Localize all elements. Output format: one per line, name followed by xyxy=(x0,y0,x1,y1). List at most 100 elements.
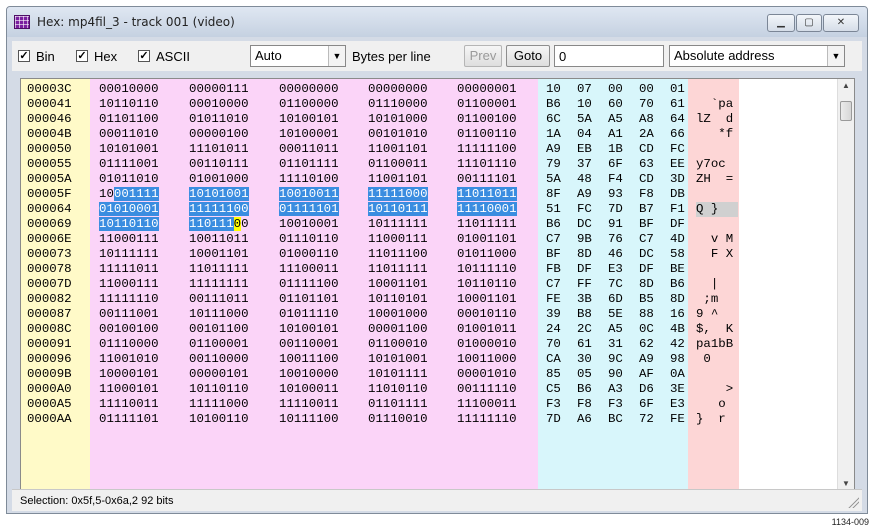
hex-data-view[interactable]: 00003C 00010000 00000111 00000000 00000000 00… xyxy=(20,78,855,493)
hex-byte[interactable]: A9 xyxy=(577,187,592,202)
hex-byte[interactable]: 5A xyxy=(577,112,592,127)
hex-byte[interactable]: 46 xyxy=(608,247,623,262)
binary-byte[interactable]: 10101001 xyxy=(368,352,428,367)
binary-byte[interactable]: 00000000 xyxy=(368,82,428,97)
ascii-text[interactable]: 0 xyxy=(696,352,738,367)
ascii-text[interactable]: o xyxy=(696,397,738,412)
hex-byte[interactable]: 37 xyxy=(577,157,592,172)
binary-byte[interactable]: 01100000 xyxy=(279,97,339,112)
binary-byte[interactable]: 01110010 xyxy=(368,412,428,427)
binary-byte[interactable]: 11011111 xyxy=(457,217,517,232)
hex-byte[interactable]: 10 xyxy=(577,97,592,112)
binary-byte[interactable]: 01100100 xyxy=(457,112,517,127)
ascii-text[interactable]: *f xyxy=(696,127,738,142)
hex-byte[interactable]: 85 xyxy=(546,367,561,382)
binary-byte[interactable]: 01111001 xyxy=(99,157,159,172)
binary-byte[interactable]: 01101100 xyxy=(99,112,159,127)
ascii-text[interactable]: `pa xyxy=(696,97,738,112)
binary-byte[interactable]: 00000101 xyxy=(189,367,249,382)
binary-byte[interactable]: 10110110 xyxy=(457,277,517,292)
binary-byte[interactable]: 00001100 xyxy=(368,322,428,337)
hex-byte[interactable]: 3D xyxy=(670,172,685,187)
binary-byte[interactable]: 01110110 xyxy=(279,232,339,247)
hex-byte[interactable]: 05 xyxy=(577,367,592,382)
resize-grip-icon[interactable] xyxy=(847,496,859,508)
binary-byte[interactable]: 10100101 xyxy=(279,112,339,127)
hex-byte[interactable]: B6 xyxy=(577,382,592,397)
hex-byte[interactable]: CA xyxy=(546,352,561,367)
hex-byte[interactable]: 88 xyxy=(639,307,654,322)
binary-byte[interactable]: 11011111 xyxy=(368,262,428,277)
binary-byte[interactable]: 11100011 xyxy=(279,262,339,277)
ascii-text[interactable]: $, K xyxy=(696,322,738,337)
binary-byte[interactable]: 10101001 xyxy=(99,142,159,157)
hex-byte[interactable]: EB xyxy=(577,142,592,157)
goto-button[interactable]: Goto xyxy=(506,45,550,67)
binary-byte[interactable]: 11110100 xyxy=(279,172,339,187)
binary-byte[interactable]: 01101111 xyxy=(368,397,428,412)
binary-byte[interactable]: 00010000 xyxy=(189,97,249,112)
binary-byte[interactable]: 01100001 xyxy=(189,337,249,352)
close-button[interactable]: ✕ xyxy=(823,14,859,32)
ascii-text[interactable]: ;m xyxy=(696,292,738,307)
goto-address-input[interactable] xyxy=(554,45,664,67)
binary-byte[interactable]: 11111100 xyxy=(457,142,517,157)
binary-byte[interactable]: 01011110 xyxy=(279,307,339,322)
hex-byte[interactable]: BF xyxy=(639,217,654,232)
hex-byte[interactable]: 7D xyxy=(608,202,623,217)
binary-byte[interactable]: 11011111 xyxy=(189,262,249,277)
hex-byte[interactable]: 6F xyxy=(608,157,623,172)
hex-byte[interactable]: 8D xyxy=(639,277,654,292)
hex-byte[interactable]: F8 xyxy=(639,187,654,202)
hex-byte[interactable]: 31 xyxy=(608,337,623,352)
hex-byte[interactable]: 39 xyxy=(546,307,561,322)
binary-byte[interactable]: 01110000 xyxy=(99,337,159,352)
hex-byte[interactable]: 6D xyxy=(608,292,623,307)
ascii-text[interactable]: Q } xyxy=(696,202,738,217)
binary-byte[interactable]: 00000100 xyxy=(189,127,249,142)
binary-byte[interactable]: 11001101 xyxy=(368,142,428,157)
hex-byte[interactable]: 60 xyxy=(608,97,623,112)
binary-byte[interactable]: 01001101 xyxy=(457,232,517,247)
binary-byte[interactable]: 01101101 xyxy=(279,292,339,307)
hex-byte[interactable]: 00 xyxy=(608,82,623,97)
hex-byte[interactable]: 7D xyxy=(546,412,561,427)
hex-byte[interactable]: A6 xyxy=(577,412,592,427)
hex-byte[interactable]: 24 xyxy=(546,322,561,337)
hex-byte[interactable]: E3 xyxy=(670,397,685,412)
binary-byte[interactable]: 00101010 xyxy=(368,127,428,142)
binary-byte[interactable]: 11000101 xyxy=(99,382,159,397)
hex-byte[interactable]: BE xyxy=(670,262,685,277)
hex-byte[interactable]: AF xyxy=(639,367,654,382)
hex-byte[interactable]: 1B xyxy=(608,142,623,157)
hex-byte[interactable]: CD xyxy=(639,142,654,157)
hex-byte[interactable]: 72 xyxy=(639,412,654,427)
hex-byte[interactable]: B6 xyxy=(546,97,561,112)
hex-byte[interactable]: 16 xyxy=(670,307,685,322)
binary-byte[interactable]: 11100011 xyxy=(457,397,517,412)
hex-byte[interactable]: 61 xyxy=(577,337,592,352)
binary-byte[interactable]: 11000111 xyxy=(368,232,428,247)
binary-byte[interactable]: 00111110 xyxy=(457,382,517,397)
hex-byte[interactable]: A1 xyxy=(608,127,623,142)
hex-byte[interactable]: B6 xyxy=(546,217,561,232)
binary-byte[interactable]: 10111111 xyxy=(99,247,159,262)
binary-byte[interactable]: 00110000 xyxy=(189,352,249,367)
prev-button[interactable]: Prev xyxy=(464,45,502,67)
binary-byte[interactable]: 00010110 xyxy=(457,307,517,322)
hex-byte[interactable]: A3 xyxy=(608,382,623,397)
binary-byte[interactable]: 00011010 xyxy=(99,127,159,142)
hex-byte[interactable]: 6C xyxy=(546,112,561,127)
address-mode-select[interactable]: Absolute address ▼ xyxy=(669,45,845,67)
hex-byte[interactable]: 4B xyxy=(670,322,685,337)
hex-byte[interactable]: 0C xyxy=(639,322,654,337)
binary-byte[interactable]: 11000111 xyxy=(99,277,159,292)
ascii-checkbox[interactable]: ✓ ASCII xyxy=(138,48,190,64)
hex-byte[interactable]: FB xyxy=(546,262,561,277)
hex-byte[interactable]: 58 xyxy=(670,247,685,262)
hex-byte[interactable]: 8D xyxy=(670,292,685,307)
binary-byte[interactable]: 01011000 xyxy=(457,247,517,262)
binary-byte[interactable]: 01111101 xyxy=(279,202,339,217)
binary-byte[interactable]: 00001010 xyxy=(457,367,517,382)
hex-byte[interactable]: 04 xyxy=(577,127,592,142)
